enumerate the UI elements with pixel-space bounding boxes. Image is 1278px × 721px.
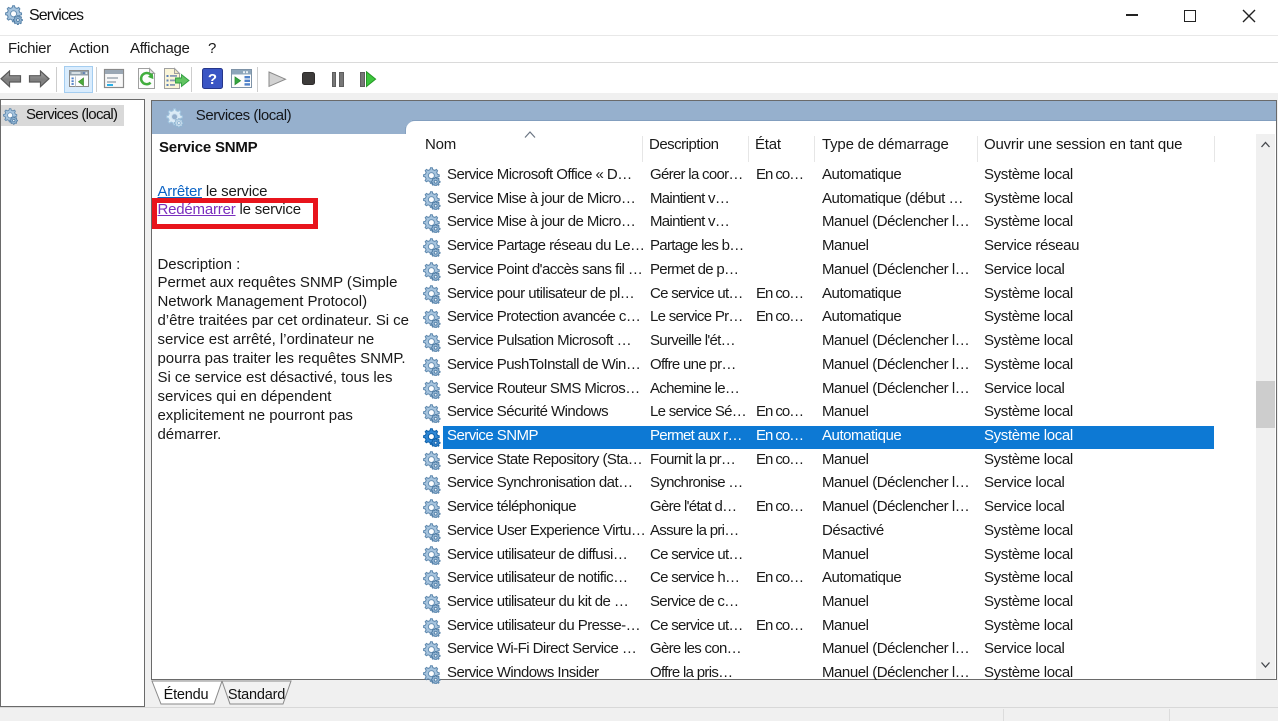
svg-text:Étendu: Étendu (164, 686, 209, 703)
svg-text:Standard: Standard (228, 687, 285, 703)
svg-text:?: ? (208, 71, 217, 88)
